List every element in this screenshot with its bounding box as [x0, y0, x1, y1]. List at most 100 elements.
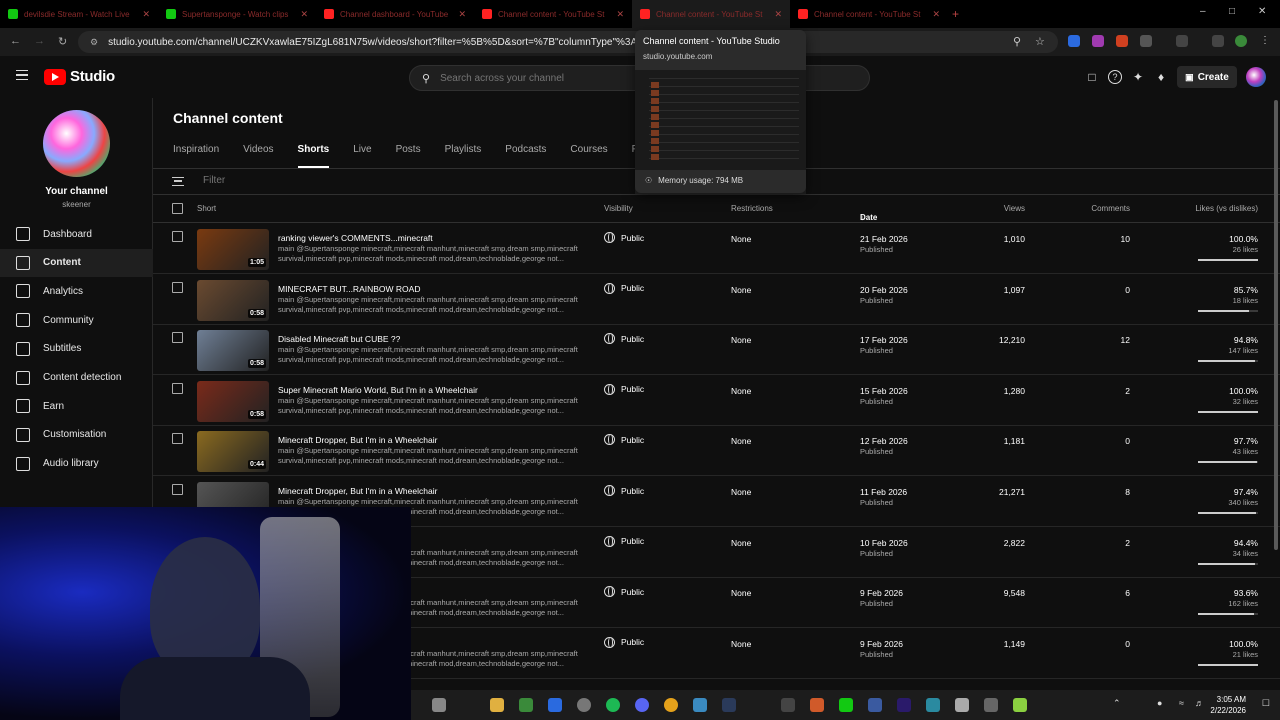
bookmark-star-icon[interactable]: ☆ — [1035, 35, 1045, 48]
file-explorer-icon[interactable] — [490, 698, 504, 712]
tab-close-icon[interactable]: ✕ — [300, 9, 308, 20]
browser-tab[interactable]: Channel content - YouTube St ✕ — [790, 0, 948, 28]
sidebar-item-community[interactable]: Community — [0, 306, 153, 334]
app-icon[interactable] — [926, 698, 940, 712]
table-row[interactable]: 0:58 Super Minecraft Mario World, But I'm… — [153, 376, 1280, 426]
browser-tab[interactable]: Channel content - YouTube St ✕ — [632, 0, 790, 28]
filter-input[interactable] — [203, 175, 503, 186]
video-thumbnail[interactable]: 0:58 — [197, 380, 269, 422]
minecraft-icon[interactable] — [1013, 698, 1027, 712]
tab-close-icon[interactable]: ✕ — [458, 9, 466, 20]
visibility-select[interactable]: Public — [604, 485, 644, 496]
steam-icon[interactable] — [722, 698, 736, 712]
video-thumbnail[interactable]: 1:05 — [197, 229, 269, 270]
task-view-icon[interactable] — [432, 698, 446, 712]
video-title[interactable]: ranking viewer's COMMENTS...minecraft — [278, 233, 433, 243]
window-close-icon[interactable]: ✕ — [1258, 6, 1266, 17]
browser-tab[interactable]: devilsdie Stream - Watch Live ✕ — [0, 0, 158, 28]
column-comments[interactable]: Comments — [1063, 204, 1130, 213]
tab-close-icon[interactable]: ✕ — [142, 9, 150, 20]
sidebar-item-earn[interactable]: Earn — [0, 392, 153, 420]
visibility-select[interactable]: Public — [604, 535, 644, 547]
table-row[interactable]: 1:05 ranking viewer's COMMENTS...minecraf… — [153, 224, 1280, 274]
new-tab-button[interactable]: + — [952, 7, 959, 21]
kick-icon[interactable] — [839, 698, 853, 712]
terminal-icon[interactable] — [781, 698, 795, 712]
column-likes[interactable]: Likes (vs dislikes) — [1173, 204, 1258, 213]
tab-close-icon[interactable]: ✕ — [932, 9, 940, 20]
visibility-select[interactable]: Public — [604, 333, 644, 345]
tab-posts[interactable]: Posts — [396, 144, 421, 168]
video-title[interactable]: Minecraft Dropper, But I'm in a Wheelcha… — [278, 486, 437, 496]
tab-close-icon[interactable]: ✕ — [774, 9, 782, 20]
select-all-checkbox[interactable] — [172, 203, 183, 214]
row-checkbox[interactable] — [172, 433, 183, 445]
feedback-icon[interactable]: □ — [1085, 70, 1099, 84]
sidebar-item-dashboard[interactable]: Dashboard — [0, 220, 153, 248]
row-checkbox[interactable] — [172, 484, 183, 495]
clock[interactable]: 3:05 AM 2/22/2026 — [1210, 694, 1246, 716]
extension-icon[interactable] — [1068, 35, 1080, 47]
tray-chevron-icon[interactable]: ⌃ — [1113, 698, 1121, 709]
video-title[interactable]: Minecraft Dropper, But I'm in a Wheelcha… — [278, 435, 437, 445]
app-icon[interactable] — [984, 698, 998, 712]
sidebar-item-analytics[interactable]: Analytics — [0, 277, 153, 305]
reload-icon[interactable]: ↻ — [58, 35, 67, 48]
sparkle-icon[interactable]: ✦ — [1131, 70, 1145, 84]
sidebar-item-customisation[interactable]: Customisation — [0, 421, 153, 449]
video-thumbnail[interactable]: 0:44 — [197, 431, 269, 473]
app-icon[interactable] — [548, 698, 562, 712]
store-icon[interactable] — [519, 698, 533, 712]
mic-icon[interactable]: ● — [1157, 698, 1162, 708]
scrollbar[interactable] — [1274, 100, 1278, 550]
tab-podcasts[interactable]: Podcasts — [505, 144, 546, 168]
column-restrictions[interactable]: Restrictions — [731, 204, 773, 213]
account-avatar[interactable] — [1246, 67, 1266, 87]
tab-inspiration[interactable]: Inspiration — [173, 144, 219, 168]
volume-icon[interactable]: ♬ — [1195, 698, 1204, 708]
app-icon[interactable] — [955, 698, 969, 712]
sidebar-item-content[interactable]: Content — [0, 248, 153, 277]
extension-icon[interactable] — [1092, 35, 1104, 47]
row-checkbox[interactable] — [172, 332, 183, 344]
row-checkbox[interactable] — [172, 382, 183, 394]
hamburger-menu-icon[interactable] — [16, 70, 28, 80]
sidebar-item-audio-library[interactable]: Audio library — [0, 450, 153, 478]
sidebar-item-content-detection[interactable]: Content detection — [0, 364, 153, 392]
notifications-bell-icon[interactable]: ♦ — [1154, 70, 1168, 84]
url-field[interactable]: ⚙ studio.youtube.com/channel/UCZKVxawlaE… — [78, 31, 1058, 53]
video-thumbnail[interactable]: 0:58 — [197, 279, 269, 321]
chrome-icon[interactable] — [664, 698, 678, 712]
table-row[interactable]: 0:58 Disabled Minecraft but CUBE ?? main @… — [153, 325, 1280, 376]
profile-icon[interactable] — [1235, 35, 1247, 47]
browser-tab[interactable]: Channel dashboard - YouTube ✕ — [316, 0, 474, 28]
video-title[interactable]: MINECRAFT BUT...RAINBOW ROAD — [278, 284, 420, 294]
extension-icon[interactable] — [1116, 35, 1128, 47]
minimize-icon[interactable]: – — [1200, 6, 1206, 17]
channel-avatar[interactable] — [43, 110, 110, 177]
site-info-icon[interactable]: ⚙ — [90, 37, 98, 48]
extensions-puzzle-icon[interactable] — [1140, 35, 1152, 47]
discord-icon[interactable] — [635, 698, 649, 712]
visibility-select[interactable]: Public — [604, 636, 644, 648]
row-checkbox[interactable] — [172, 231, 183, 242]
studio-logo[interactable]: Studio — [44, 68, 115, 85]
help-icon[interactable]: ? — [1108, 70, 1122, 84]
spotify-icon[interactable] — [606, 698, 620, 712]
tab-shorts[interactable]: Shorts — [297, 144, 329, 168]
notification-center-icon[interactable]: ☐ — [1262, 698, 1270, 709]
tab-playlists[interactable]: Playlists — [445, 144, 482, 168]
tab-videos[interactable]: Videos — [243, 144, 273, 168]
app-icon[interactable] — [868, 698, 882, 712]
browser-tab[interactable]: Supertansponge - Watch clips ✕ — [158, 0, 316, 28]
filter-icon[interactable] — [172, 177, 184, 186]
photos-icon[interactable] — [693, 698, 707, 712]
obs-icon[interactable] — [577, 698, 591, 712]
visibility-select[interactable]: Public — [604, 232, 644, 243]
maximize-icon[interactable]: □ — [1229, 6, 1235, 17]
tab-live[interactable]: Live — [353, 144, 371, 168]
forward-icon[interactable]: → — [34, 35, 45, 47]
downloads-icon[interactable] — [1212, 35, 1224, 47]
browser-tab[interactable]: Channel content - YouTube St ✕ — [474, 0, 632, 28]
create-button[interactable]: ▣ Create — [1177, 66, 1237, 88]
